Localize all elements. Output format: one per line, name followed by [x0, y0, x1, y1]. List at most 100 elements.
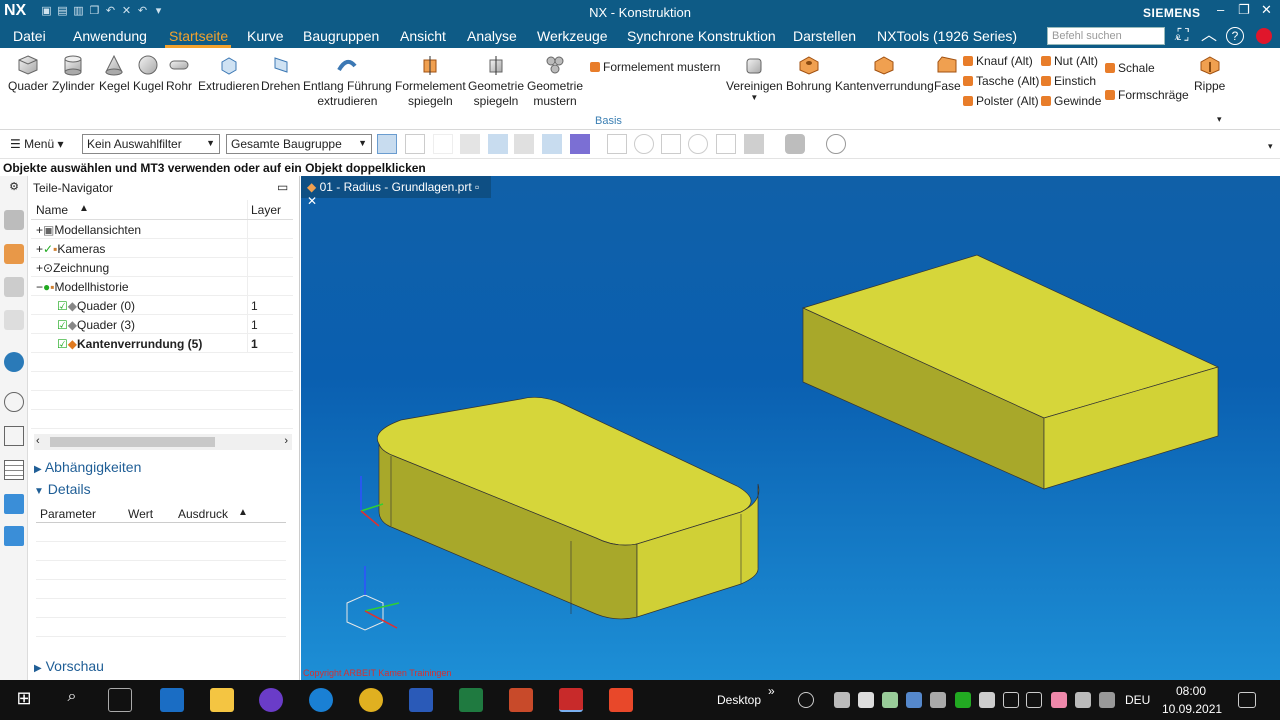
formschraege-button[interactable]: Formschräge [1105, 88, 1189, 102]
web-browser-icon[interactable] [4, 352, 24, 372]
kegel-button[interactable]: Kegel [99, 54, 130, 94]
volume-icon[interactable] [1026, 692, 1042, 708]
minimize-icon[interactable]: – [1217, 2, 1224, 17]
reuse-library-icon[interactable] [4, 310, 24, 330]
knauf-button[interactable]: Knauf (Alt) [963, 54, 1033, 68]
people-icon[interactable] [798, 692, 814, 708]
collapse-icon[interactable]: − [36, 280, 43, 294]
chevron-up-icon[interactable]: ︿ [1199, 26, 1219, 46]
pan-icon[interactable] [661, 134, 681, 154]
formelement-mustern-button[interactable]: Formelement mustern [590, 60, 720, 74]
network-icon[interactable] [1003, 692, 1019, 708]
menu-datei[interactable]: Datei [13, 28, 46, 44]
extrudieren-button[interactable]: Extrudieren [198, 54, 259, 94]
record-icon[interactable] [1256, 28, 1272, 44]
fullscreen-icon[interactable]: ⛶ [1173, 26, 1193, 46]
expand-icon[interactable]: + [36, 261, 43, 275]
kugel-button[interactable]: Kugel [133, 54, 164, 94]
scroll-thumb[interactable] [50, 437, 215, 447]
word-icon[interactable] [409, 688, 433, 712]
bluetooth-icon[interactable] [906, 692, 922, 708]
zylinder-button[interactable]: Zylinder [52, 54, 95, 94]
toolbar-more-icon[interactable]: ▾ [1268, 141, 1273, 152]
gewinde-button[interactable]: Gewinde [1041, 94, 1101, 108]
chrome-icon[interactable] [359, 688, 383, 712]
nut-button[interactable]: Nut (Alt) [1041, 54, 1098, 68]
fase-button[interactable]: Fase [934, 54, 961, 94]
desktop-toolbar-label[interactable]: Desktop [717, 693, 761, 707]
horizontal-scrollbar[interactable]: ‹ › [34, 434, 292, 450]
camera-icon[interactable] [826, 134, 846, 154]
table-row[interactable]: +✓▪Kameras [31, 239, 293, 258]
close-icon[interactable]: ✕ [1261, 2, 1272, 18]
rohr-button[interactable]: Rohr [166, 54, 192, 94]
part-icon[interactable] [570, 134, 590, 154]
excel-icon[interactable] [459, 688, 483, 712]
tray-icon[interactable] [1099, 692, 1115, 708]
model-canvas[interactable]: Copyright ARBEIT Kamen Trainingen [301, 176, 1280, 680]
clock-date[interactable]: 10.09.2021 [1162, 702, 1222, 716]
menu-werkzeuge[interactable]: Werkzeuge [537, 28, 608, 44]
geometrie-mustern-button[interactable]: Geometrie mustern [527, 54, 583, 109]
table-row[interactable]: +▣Modellansichten [31, 220, 293, 239]
outlook-icon[interactable] [160, 688, 184, 712]
fit-icon[interactable] [716, 134, 736, 154]
scroll-right-icon[interactable]: › [284, 435, 288, 447]
display-mode-icon[interactable] [785, 134, 805, 154]
chevron-icon[interactable]: » [768, 684, 775, 698]
command-search-input[interactable]: Befehl suchen [1047, 27, 1165, 45]
restore-icon[interactable]: ❐ [1238, 2, 1250, 18]
view-triad[interactable] [346, 594, 384, 631]
menu-synchrone[interactable]: Synchrone Konstruktion [627, 28, 776, 44]
polster-button[interactable]: Polster (Alt) [963, 94, 1039, 108]
snap-off-icon[interactable] [433, 134, 453, 154]
select-body-icon[interactable] [377, 134, 397, 154]
windows-start-icon[interactable]: ⊞ [12, 688, 36, 712]
task-view-icon[interactable] [108, 688, 132, 712]
col-parameter[interactable]: Parameter [40, 507, 96, 521]
notifications-icon[interactable] [1238, 692, 1256, 708]
language-indicator[interactable]: DEU [1125, 693, 1150, 707]
shaded-edges-icon[interactable] [488, 134, 508, 154]
constraint-navigator-icon[interactable] [4, 244, 24, 264]
quader-button[interactable]: Quader [8, 54, 48, 94]
table-row[interactable]: −●▪Modellhistorie [31, 277, 293, 296]
tray-icon[interactable] [1075, 692, 1091, 708]
rotate-icon[interactable] [688, 134, 708, 154]
roles-icon[interactable] [4, 426, 24, 446]
tray-icon[interactable] [882, 692, 898, 708]
menu-baugruppen[interactable]: Baugruppen [303, 28, 379, 44]
scope-dropdown[interactable]: Gesamte Baugruppe ▼ [226, 134, 372, 154]
menu-nxtools[interactable]: NXTools (1926 Series) [877, 28, 1017, 44]
table-row[interactable]: +⊙Zeichnung [31, 258, 293, 277]
schale-button[interactable]: Schale [1105, 61, 1155, 75]
section-details[interactable]: ▼ Details [34, 481, 91, 497]
col-layer[interactable]: Layer [251, 203, 281, 217]
powerpoint-icon[interactable] [509, 688, 533, 712]
kantenverrundung-button[interactable]: Kantenverrundung [835, 54, 934, 94]
selection-filter-dropdown[interactable]: Kein Auswahlfilter ▼ [82, 134, 220, 154]
vereinigen-dropdown-icon[interactable]: ▼ [726, 94, 783, 102]
assembly-navigator-icon[interactable] [4, 210, 24, 230]
section-vorschau[interactable]: ▶ Vorschau [34, 658, 104, 674]
col-name[interactable]: Name [36, 203, 68, 217]
menu-anwendung[interactable]: Anwendung [73, 28, 147, 44]
graphics-window[interactable]: ◆ 01 - Radius - Grundlagen.prt ▫ ✕ Copyr… [301, 176, 1280, 680]
tray-icon[interactable] [930, 692, 946, 708]
settings-icon[interactable]: ⚙ [4, 180, 24, 200]
expand-icon[interactable]: + [36, 223, 43, 237]
folder-icon[interactable] [4, 526, 24, 546]
table-row[interactable]: ☑◆Quader (0) 1 [31, 296, 293, 315]
checkbox-icon[interactable]: ☑ [57, 318, 68, 332]
folder-icon[interactable] [4, 494, 24, 514]
axis-icon[interactable] [542, 134, 562, 154]
snap-icon[interactable] [405, 134, 425, 154]
menu-ansicht[interactable]: Ansicht [400, 28, 446, 44]
explorer-icon[interactable] [210, 688, 234, 712]
wireframe-icon[interactable] [514, 134, 534, 154]
ribbon-more-icon[interactable]: ▾ [1217, 114, 1222, 125]
menu-darstellen[interactable]: Darstellen [793, 28, 856, 44]
help-icon[interactable]: ? [1226, 27, 1244, 45]
history-icon[interactable] [4, 392, 24, 412]
table-icon[interactable] [4, 460, 24, 480]
